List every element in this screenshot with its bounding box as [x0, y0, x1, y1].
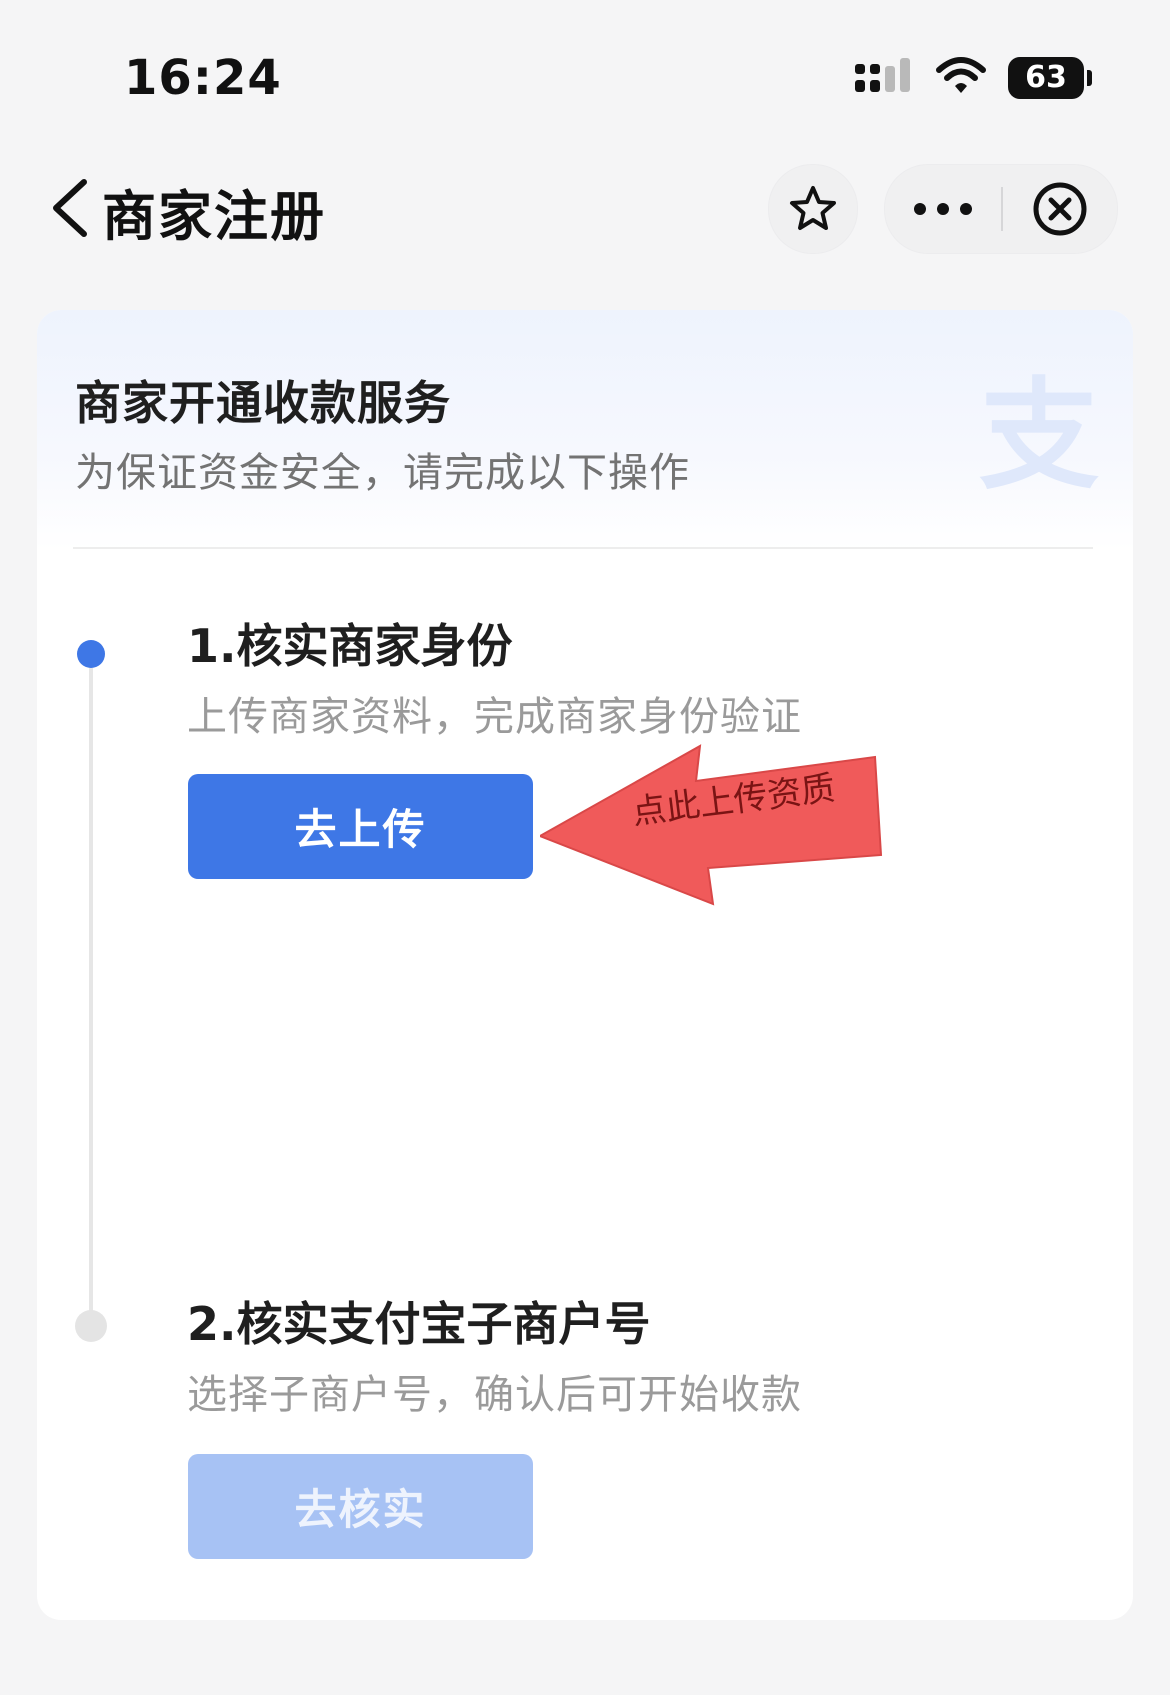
battery-icon: 63 — [1008, 57, 1084, 99]
battery-cap — [1087, 70, 1092, 86]
star-icon — [790, 186, 836, 230]
menu-capsule — [884, 164, 1118, 254]
close-button[interactable] — [1003, 165, 1117, 253]
card-subtitle: 为保证资金安全，请完成以下操作 — [75, 450, 690, 496]
alipay-watermark-logo: 支 — [979, 365, 1099, 506]
card-divider — [73, 547, 1093, 549]
page-title: 商家注册 — [102, 185, 326, 248]
close-circle-icon — [1033, 182, 1087, 236]
status-bar: 16:24 63 — [0, 0, 1170, 150]
step-2-title: 2.核实支付宝子商户号 — [187, 1297, 651, 1351]
chevron-left-icon[interactable] — [48, 176, 92, 240]
upload-button[interactable]: 去上传 — [188, 774, 533, 879]
more-dots-icon — [914, 203, 972, 215]
step-2-description: 选择子商户号，确认后可开始收款 — [187, 1372, 802, 1418]
service-card: 支 商家开通收款服务 为保证资金安全，请完成以下操作 1.核实商家身份 上传商家… — [37, 310, 1133, 1620]
favorite-button[interactable] — [768, 164, 858, 254]
step-1-indicator — [77, 640, 105, 668]
cellular-signal-icon — [855, 58, 910, 92]
step-1-title: 1.核实商家身份 — [187, 619, 513, 673]
step-2-indicator — [75, 1310, 107, 1342]
status-time: 16:24 — [124, 50, 282, 106]
verify-button: 去核实 — [188, 1454, 533, 1559]
more-button[interactable] — [885, 165, 1001, 253]
card-title: 商家开通收款服务 — [75, 376, 451, 430]
step-1-description: 上传商家资料，完成商家身份验证 — [187, 694, 802, 740]
timeline-line — [89, 654, 93, 1324]
wifi-icon — [936, 57, 986, 93]
